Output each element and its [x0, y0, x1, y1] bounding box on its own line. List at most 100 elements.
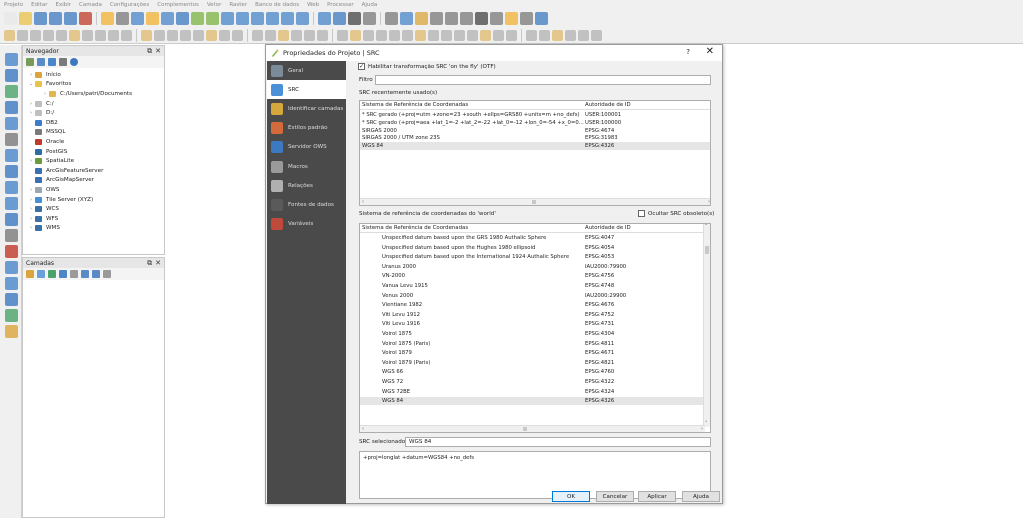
edit-tool-icon[interactable] — [141, 30, 152, 41]
dialog-sidebar-item[interactable]: Relações — [267, 176, 346, 195]
table-row[interactable]: * SRC gerado (+proj=utm +zone=23 +south … — [360, 111, 710, 119]
edit-tool-icon[interactable] — [454, 30, 465, 41]
toolbar-tool-icon[interactable] — [266, 12, 279, 25]
toolbar-tool-icon[interactable] — [415, 12, 428, 25]
toolbar-tool-icon[interactable] — [475, 12, 488, 25]
column-header-name[interactable]: Sistema de Referência de Coordenadas — [362, 102, 468, 108]
toolbar-tool-icon[interactable] — [535, 12, 548, 25]
selected-crs-field[interactable]: WGS 84 — [405, 437, 711, 447]
edit-tool-icon[interactable] — [252, 30, 263, 41]
edit-tool-icon[interactable] — [506, 30, 517, 41]
edit-tool-icon[interactable] — [376, 30, 387, 41]
edit-tool-icon[interactable] — [402, 30, 413, 41]
expand-arrow-icon[interactable]: ⌄ — [27, 81, 35, 87]
toolbar-tool-icon[interactable] — [490, 12, 503, 25]
expand-arrow-icon[interactable]: › — [27, 197, 35, 203]
table-row[interactable]: Viti Levu 1916 EPSG:4731 — [360, 320, 704, 328]
edit-tool-icon[interactable] — [441, 30, 452, 41]
toolbar-tool-icon[interactable] — [400, 12, 413, 25]
scroll-right-icon[interactable]: › — [708, 199, 710, 205]
table-row[interactable]: WGS 66 EPSG:4760 — [360, 368, 704, 376]
add-layer-icon[interactable] — [5, 101, 18, 114]
table-row[interactable]: Unspecified datum based upon the Hughes … — [360, 244, 704, 252]
add-layer-icon[interactable] — [5, 53, 18, 66]
menu-item[interactable]: Web — [303, 2, 323, 8]
dialog-sidebar-item[interactable]: Fontes de dados — [267, 195, 346, 214]
table-row[interactable]: Voirol 1879 (Paris) EPSG:4821 — [360, 359, 704, 367]
toolbar-tool-icon[interactable] — [34, 12, 47, 25]
toolbar-tool-icon[interactable] — [19, 12, 32, 25]
ok-button[interactable]: OK — [552, 491, 590, 502]
menu-item[interactable]: Raster — [225, 2, 251, 8]
edit-tool-icon[interactable] — [69, 30, 80, 41]
edit-tool-icon[interactable] — [363, 30, 374, 41]
close-icon[interactable]: ✕ — [155, 259, 161, 268]
toolbar-tool-icon[interactable] — [505, 12, 518, 25]
column-header-name[interactable]: Sistema de Referência de Coordenadas — [362, 225, 468, 231]
menu-item[interactable]: Camada — [75, 2, 106, 8]
expand-arrow-icon[interactable]: › — [41, 91, 49, 97]
add-layer-icon[interactable] — [5, 325, 18, 338]
edit-tool-icon[interactable] — [265, 30, 276, 41]
table-row[interactable]: WGS 84 EPSG:4326 — [360, 397, 704, 406]
toolbar-tool-icon[interactable] — [101, 12, 114, 25]
style-icon[interactable] — [26, 270, 34, 278]
menu-item[interactable]: Banco de dados — [251, 2, 303, 8]
toolbar-tool-icon[interactable] — [161, 12, 174, 25]
table-row[interactable]: Unspecified datum based upon the Interna… — [360, 253, 704, 261]
toolbar-tool-icon[interactable] — [333, 12, 346, 25]
toolbar-tool-icon[interactable] — [460, 12, 473, 25]
add-group-icon[interactable] — [37, 270, 45, 278]
add-layer-icon[interactable] — [5, 117, 18, 130]
edit-tool-icon[interactable] — [30, 30, 41, 41]
toolbar-tool-icon[interactable] — [236, 12, 249, 25]
menu-item[interactable]: Editar — [27, 2, 51, 8]
navigator-item[interactable]: › WCS — [23, 204, 164, 214]
edit-tool-icon[interactable] — [428, 30, 439, 41]
add-layer-icon[interactable] — [5, 133, 18, 146]
edit-tool-icon[interactable] — [480, 30, 491, 41]
dialog-sidebar-item[interactable]: Variáveis — [267, 215, 346, 234]
edit-tool-icon[interactable] — [565, 30, 576, 41]
help-icon[interactable]: ? — [686, 48, 690, 56]
menu-item[interactable]: Projeto — [0, 2, 27, 8]
toolbar-tool-icon[interactable] — [146, 12, 159, 25]
scroll-right-icon[interactable]: › — [701, 426, 703, 432]
expand-arrow-icon[interactable]: › — [27, 101, 35, 107]
edit-tool-icon[interactable] — [389, 30, 400, 41]
table-row[interactable]: Venus 2000 IAU2000:29900 — [360, 292, 704, 300]
table-row[interactable]: VN-2000 EPSG:4756 — [360, 272, 704, 280]
navigator-item[interactable]: ArcGisFeatureServer — [23, 166, 164, 176]
add-layer-icon[interactable] — [5, 181, 18, 194]
edit-tool-icon[interactable] — [193, 30, 204, 41]
toolbar-tool-icon[interactable] — [281, 12, 294, 25]
navigator-item[interactable]: › OWS — [23, 185, 164, 195]
menu-item[interactable]: Exibir — [51, 2, 75, 8]
table-row[interactable]: WGS 72 EPSG:4322 — [360, 378, 704, 386]
table-row[interactable]: Vientiane 1982 EPSG:4676 — [360, 301, 704, 309]
hide-deprecated-box[interactable] — [638, 210, 645, 217]
edit-tool-icon[interactable] — [180, 30, 191, 41]
table-row[interactable]: WGS 84 EPSG:4326 — [360, 142, 710, 151]
toolbar-tool-icon[interactable] — [191, 12, 204, 25]
otf-checkbox[interactable]: ✓ Habilitar transformação SRC 'on the fl… — [358, 63, 496, 70]
menu-item[interactable]: Ajuda — [358, 2, 382, 8]
collapse-icon[interactable] — [59, 58, 67, 66]
menu-item[interactable]: Processar — [323, 2, 358, 8]
dialog-sidebar-item[interactable]: Geral — [267, 61, 346, 80]
navigator-item[interactable]: › WFS — [23, 214, 164, 224]
scrollbar-thumb[interactable] — [523, 427, 527, 431]
collapse-all-icon[interactable] — [92, 270, 100, 278]
toolbar-tool-icon[interactable] — [251, 12, 264, 25]
add-layer-icon[interactable] — [5, 69, 18, 82]
edit-tool-icon[interactable] — [56, 30, 67, 41]
add-layer-icon[interactable] — [5, 309, 18, 322]
horizontal-scrollbar[interactable]: ‹ › — [360, 198, 710, 205]
edit-tool-icon[interactable] — [539, 30, 550, 41]
add-layer-icon[interactable] — [5, 149, 18, 162]
expand-arrow-icon[interactable]: › — [27, 158, 35, 164]
navigator-item[interactable]: MSSQL — [23, 128, 164, 138]
edit-tool-icon[interactable] — [291, 30, 302, 41]
scroll-left-icon[interactable]: ‹ — [362, 426, 364, 432]
edit-tool-icon[interactable] — [493, 30, 504, 41]
